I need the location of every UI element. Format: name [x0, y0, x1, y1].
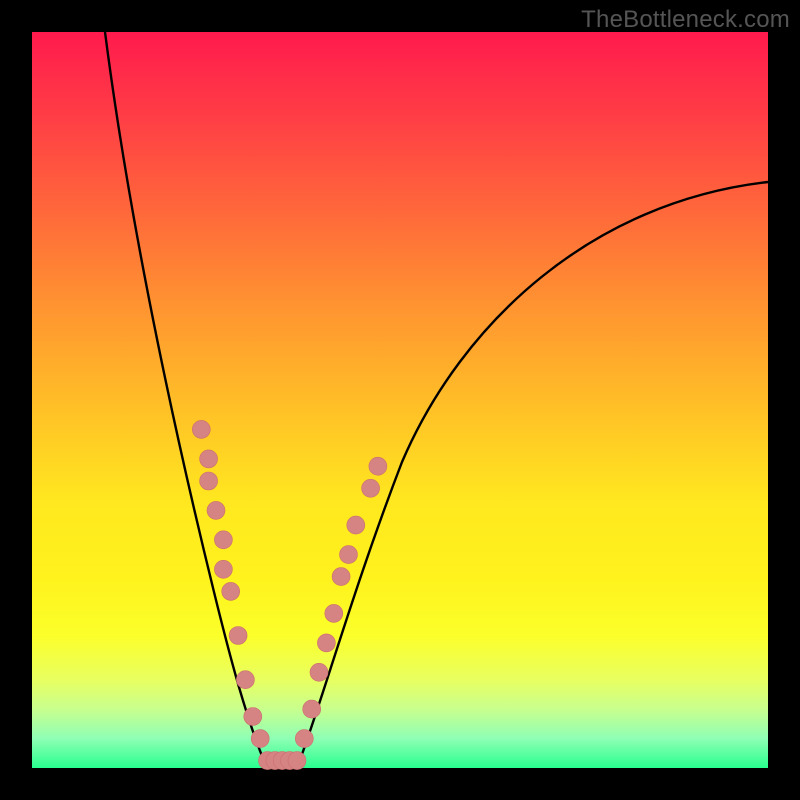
- watermark-text: TheBottleneck.com: [581, 6, 790, 34]
- data-marker: [362, 479, 380, 497]
- data-marker: [214, 531, 232, 549]
- chart-frame: TheBottleneck.com: [0, 0, 800, 800]
- data-marker: [317, 634, 335, 652]
- data-marker: [236, 671, 254, 689]
- data-marker: [192, 420, 210, 438]
- data-marker: [222, 582, 240, 600]
- curve-left: [105, 32, 267, 768]
- plot-area: [32, 32, 768, 768]
- data-marker: [303, 700, 321, 718]
- data-marker: [207, 501, 225, 519]
- data-marker: [295, 730, 313, 748]
- curve-right: [297, 182, 768, 768]
- data-marker: [332, 568, 350, 586]
- data-marker: [325, 604, 343, 622]
- data-marker: [288, 752, 306, 770]
- data-marker: [244, 708, 262, 726]
- data-marker: [251, 730, 269, 748]
- data-marker: [200, 450, 218, 468]
- data-marker: [347, 516, 365, 534]
- data-marker: [369, 457, 387, 475]
- data-marker: [310, 663, 328, 681]
- curve-layer: [32, 32, 768, 768]
- data-marker: [340, 546, 358, 564]
- data-marker: [229, 627, 247, 645]
- marker-layer: [192, 420, 387, 769]
- data-marker: [214, 560, 232, 578]
- data-marker: [200, 472, 218, 490]
